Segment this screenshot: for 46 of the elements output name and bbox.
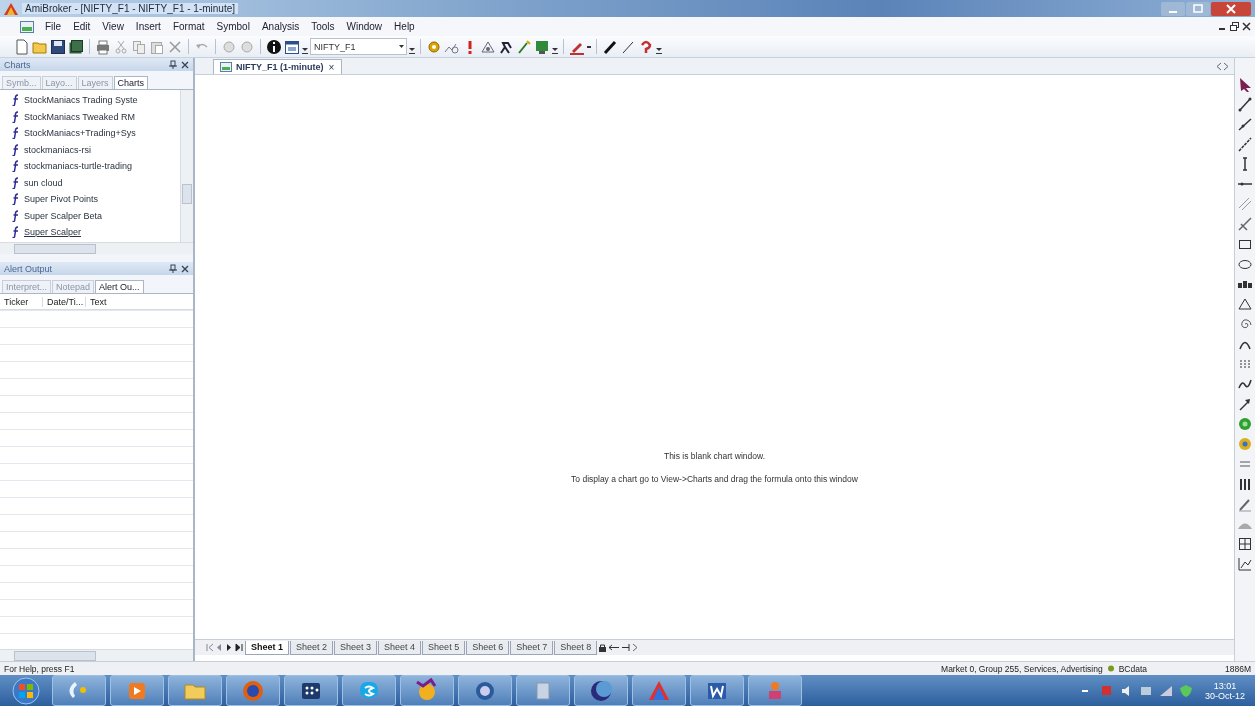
clock-date: 30-Oct-12 [1204,690,1245,701]
column-header[interactable]: Date/Ti... [43,296,86,307]
sheet-tab[interactable]: Sheet 8 [554,640,598,655]
panel-tab[interactable]: Alert Ou... [95,280,144,293]
menu-item[interactable]: Insert [130,20,166,33]
formula-item[interactable]: StockManiacs Trading Syste [24,95,138,106]
status-text: Market 0, Group 255, Services, Advertising [941,663,1103,674]
document-tab[interactable]: NIFTY_F1 (1-minute) × [213,59,343,74]
formula-item[interactable]: StockManiacs+Trading+Sys [24,128,136,139]
chart-message: This is blank chart window. [663,451,766,461]
column-header[interactable]: Ticker [0,296,43,307]
sheet-tab[interactable]: Sheet 3 [334,640,378,655]
menu-item[interactable]: Tools [306,20,340,33]
sheet-tab[interactable]: Sheet 5 [422,640,466,655]
formula-item[interactable]: Super Scalper [24,227,82,238]
menu-item[interactable]: Help [389,20,420,33]
status-text: For Help, press F1 [4,663,75,674]
menu-item[interactable]: Format [167,20,210,33]
sheet-tab[interactable]: Sheet 2 [290,640,334,655]
symbol-combo-box[interactable]: NIFTY_F1 [310,38,407,55]
formula-item[interactable]: stockmaniacs-rsi [24,144,91,155]
status-text: 1886M [1224,663,1251,674]
formula-item[interactable]: Super Pivot Points [24,194,99,205]
menu-item[interactable]: View [97,20,129,33]
formula-item[interactable]: stockmaniacs-turtle-trading [24,161,133,172]
menu-item[interactable]: Window [341,20,388,33]
panel-title: Alert Output [4,263,53,274]
sheet-tab[interactable]: Sheet 6 [466,640,510,655]
chart-message: To display a chart go to View->Charts and drag the formula onto this window [571,474,858,484]
menu-item[interactable]: Symbol [211,20,255,33]
formula-item[interactable]: sun cloud [24,177,63,188]
sheet-tab[interactable]: Sheet 7 [510,640,554,655]
tab-close-button[interactable]: × [327,61,336,73]
column-header[interactable]: Text [86,296,128,307]
window-title: AmiBroker - [NIFTY_F1 - NIFTY_F1 - 1-minute] [22,3,239,14]
sheet-tab[interactable]: Sheet 4 [378,640,422,655]
panel-tab[interactable]: Charts [113,76,149,89]
formula-item[interactable]: Super Scalper Beta [24,210,103,221]
panel-title: Charts [4,59,31,70]
sheet-tab[interactable]: Sheet 1 [245,640,289,655]
formula-item[interactable]: StockManiacs Tweaked RM [24,111,135,122]
clock-time: 13:01 [1213,680,1237,691]
menu-item[interactable]: File [40,20,67,33]
menu-item[interactable]: Analysis [256,20,305,33]
menu-item[interactable]: Edit [68,20,96,33]
status-text: BCdata [1118,663,1147,674]
